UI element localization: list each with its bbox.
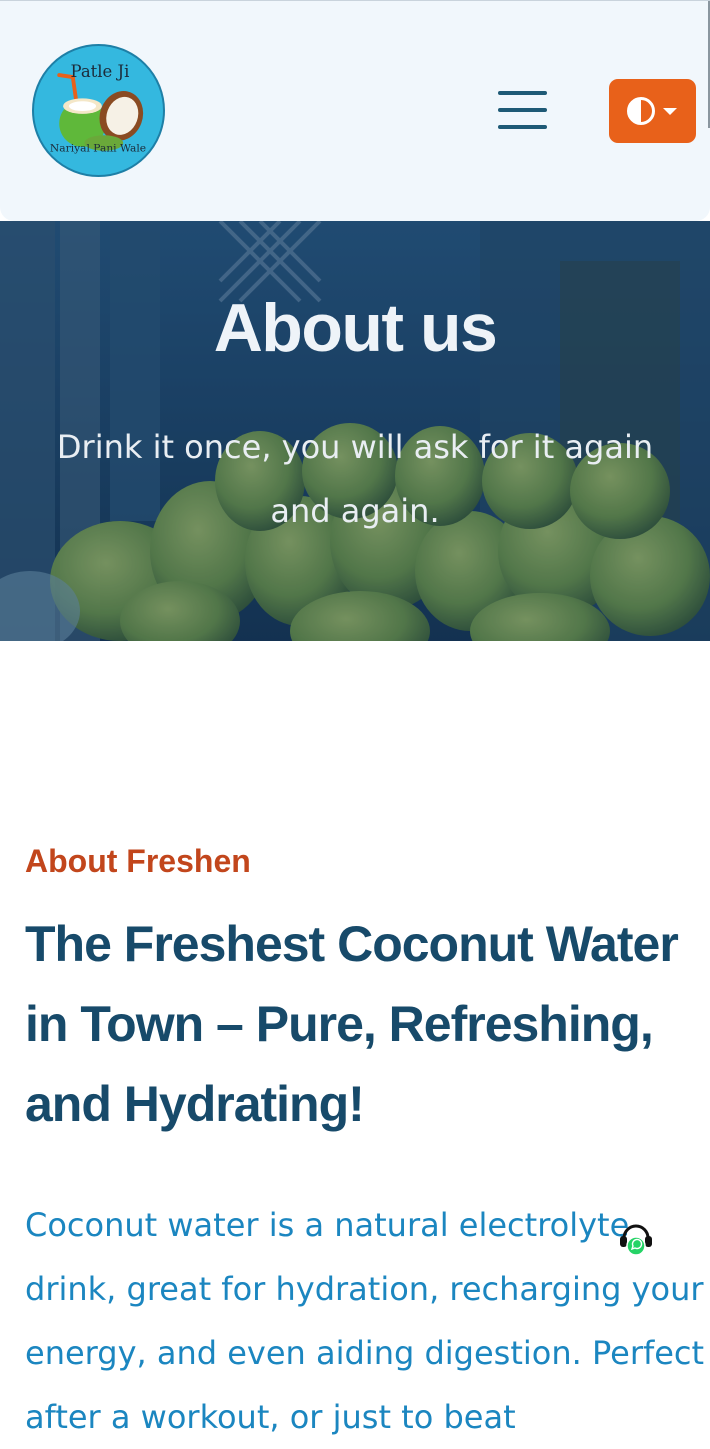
section-eyebrow: About Freshen <box>25 843 251 879</box>
page-title: About us <box>213 290 498 366</box>
hero-subtitle: Drink it once, you will ask for it again… <box>56 428 654 530</box>
brand-logo[interactable]: Patle Ji Nariyal Pani Wale <box>32 44 165 177</box>
coconut-logo-icon: Patle Ji Nariyal Pani Wale <box>34 46 163 175</box>
theme-toggle-button[interactable] <box>609 79 696 143</box>
hamburger-line <box>498 125 547 129</box>
section-heading: The Freshest Coconut Water in Town – Pur… <box>25 916 679 1132</box>
svg-text:Nariyal Pani Wale: Nariyal Pani Wale <box>50 142 146 155</box>
hamburger-line <box>498 91 547 95</box>
site-header: Patle Ji Nariyal Pani Wale <box>0 0 710 221</box>
contrast-icon <box>627 97 655 125</box>
headset-whatsapp-icon <box>620 1224 652 1256</box>
menu-toggle-button[interactable] <box>498 91 548 131</box>
svg-text:Patle Ji: Patle Ji <box>71 62 130 81</box>
whatsapp-support-button[interactable] <box>618 1220 654 1258</box>
caret-down-icon <box>663 108 677 115</box>
hamburger-line <box>498 108 547 112</box>
section-body-text: Coconut water is a natural electrolyte d… <box>25 1206 705 1436</box>
